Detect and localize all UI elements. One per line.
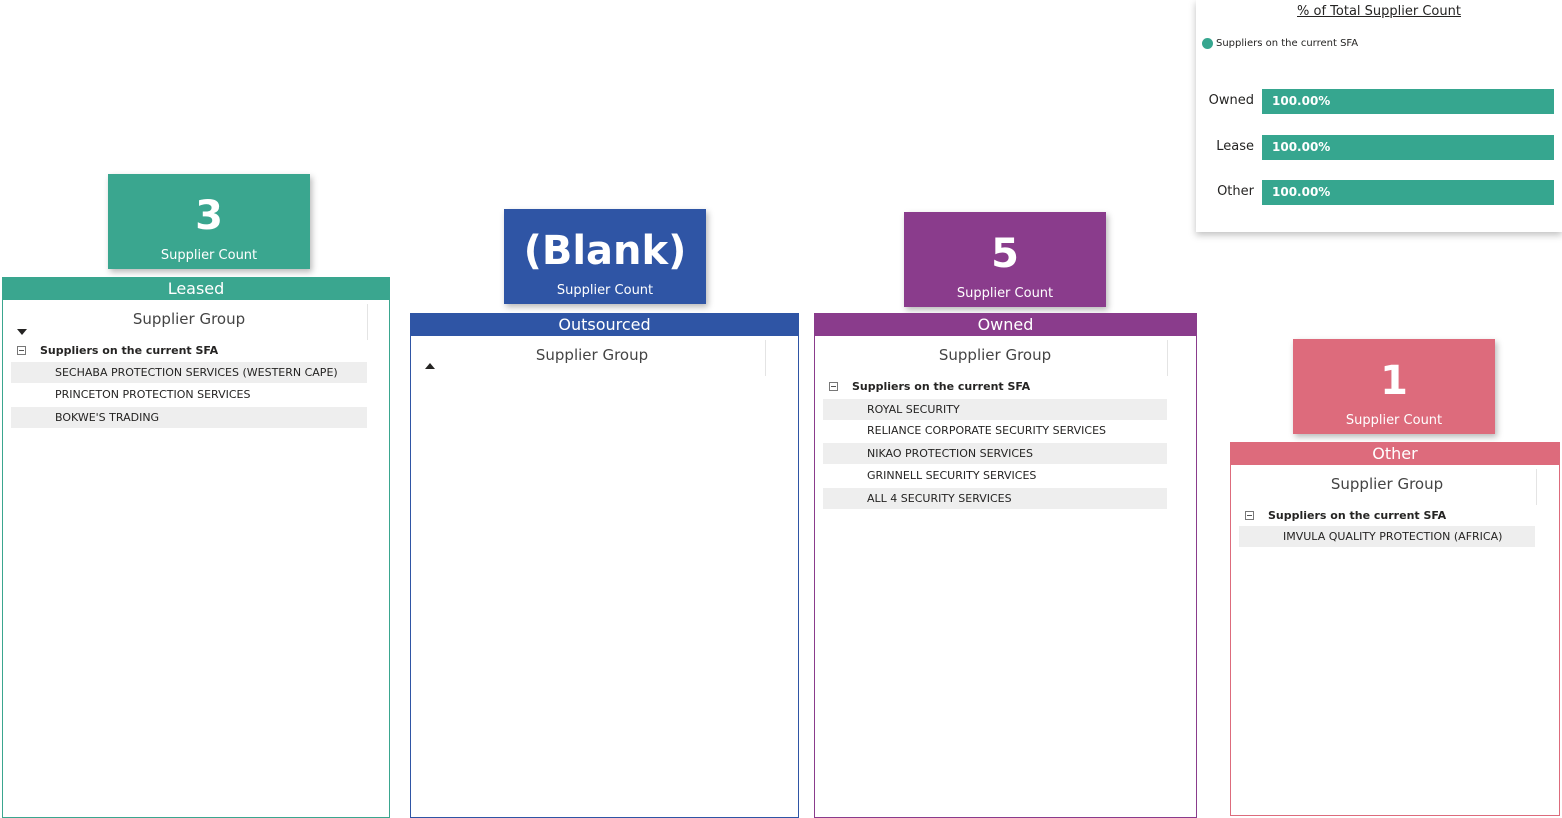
- outsourced-column-header[interactable]: Supplier Group: [419, 346, 765, 364]
- table-row[interactable]: IMVULA QUALITY PROTECTION (AFRICA): [1239, 526, 1535, 547]
- owned-supplier-count-caption: Supplier Count: [956, 286, 1054, 301]
- leased-panel-title: Leased: [3, 277, 389, 300]
- leased-table-panel[interactable]: Leased Supplier Group Suppliers on the c…: [2, 277, 390, 818]
- collapse-icon[interactable]: [829, 382, 838, 391]
- other-column-separator: [1536, 469, 1537, 505]
- other-supplier-count-value: 1: [1380, 358, 1408, 404]
- owned-supplier-count-card[interactable]: 5 Supplier Count: [904, 212, 1106, 307]
- owned-group-label: Suppliers on the current SFA: [852, 380, 1031, 393]
- sort-ascending-icon[interactable]: [425, 363, 435, 369]
- sort-descending-icon[interactable]: [17, 329, 27, 335]
- outsourced-supplier-count-caption: Supplier Count: [556, 283, 654, 298]
- percent-supplier-count-chart[interactable]: % of Total Supplier Count Suppliers on t…: [1196, 0, 1562, 232]
- owned-group-row[interactable]: Suppliers on the current SFA: [829, 380, 1030, 393]
- collapse-icon[interactable]: [1245, 511, 1254, 520]
- other-table-panel[interactable]: Other Supplier Group Suppliers on the cu…: [1230, 442, 1560, 816]
- leased-supplier-count-card[interactable]: 3 Supplier Count: [108, 174, 310, 269]
- leased-column-separator: [367, 304, 368, 340]
- other-group-label: Suppliers on the current SFA: [1268, 509, 1447, 522]
- bar-category-label: Other: [1217, 184, 1254, 199]
- leased-supplier-count-value: 3: [195, 193, 223, 239]
- owned-column-header[interactable]: Supplier Group: [823, 346, 1167, 364]
- other-group-row[interactable]: Suppliers on the current SFA: [1245, 509, 1446, 522]
- chart-legend[interactable]: Suppliers on the current SFA: [1202, 38, 1358, 49]
- owned-supplier-count-value: 5: [991, 231, 1019, 277]
- bar-category-label: Owned: [1208, 93, 1254, 108]
- table-row[interactable]: GRINNELL SECURITY SERVICES: [823, 465, 1167, 486]
- outsourced-panel-title: Outsourced: [411, 313, 798, 336]
- owned-table-panel[interactable]: Owned Supplier Group Suppliers on the cu…: [814, 313, 1197, 818]
- outsourced-supplier-count-card[interactable]: (Blank) Supplier Count: [504, 209, 706, 304]
- other-supplier-count-caption: Supplier Count: [1345, 413, 1443, 428]
- outsourced-column-separator: [765, 340, 766, 376]
- leased-group-row[interactable]: Suppliers on the current SFA: [17, 344, 218, 357]
- table-row[interactable]: ALL 4 SECURITY SERVICES: [823, 488, 1167, 509]
- leased-group-label: Suppliers on the current SFA: [40, 344, 219, 357]
- owned-column-separator: [1167, 340, 1168, 376]
- other-column-header[interactable]: Supplier Group: [1239, 475, 1535, 493]
- collapse-icon[interactable]: [17, 346, 26, 355]
- leased-supplier-count-caption: Supplier Count: [160, 248, 258, 263]
- bar[interactable]: 100.00%: [1262, 180, 1554, 205]
- bar-data-label: 100.00%: [1272, 139, 1331, 154]
- leased-column-header[interactable]: Supplier Group: [11, 310, 367, 328]
- bar-category-label: Lease: [1216, 138, 1254, 154]
- outsourced-table-panel[interactable]: Outsourced Supplier Group: [410, 313, 799, 818]
- legend-dot-icon: [1202, 38, 1213, 49]
- bar-data-label: 100.00%: [1272, 185, 1331, 199]
- table-row[interactable]: BOKWE'S TRADING: [11, 407, 367, 428]
- table-row[interactable]: SECHABA PROTECTION SERVICES (WESTERN CAP…: [11, 362, 367, 383]
- other-supplier-count-card[interactable]: 1 Supplier Count: [1293, 339, 1495, 434]
- owned-panel-title: Owned: [815, 313, 1196, 336]
- table-row[interactable]: RELIANCE CORPORATE SECURITY SERVICES: [823, 420, 1167, 441]
- table-row[interactable]: ROYAL SECURITY: [823, 399, 1167, 420]
- bar[interactable]: 100.00%: [1262, 89, 1554, 114]
- table-row[interactable]: PRINCETON PROTECTION SERVICES: [11, 384, 367, 405]
- bar-data-label: 100.00%: [1272, 94, 1331, 108]
- outsourced-supplier-count-value: (Blank): [523, 228, 687, 274]
- legend-label: Suppliers on the current SFA: [1216, 38, 1359, 49]
- bar[interactable]: 100.00%: [1262, 134, 1554, 160]
- chart-title: % of Total Supplier Count: [1297, 4, 1461, 19]
- other-panel-title: Other: [1231, 442, 1559, 465]
- table-row[interactable]: NIKAO PROTECTION SERVICES: [823, 443, 1167, 464]
